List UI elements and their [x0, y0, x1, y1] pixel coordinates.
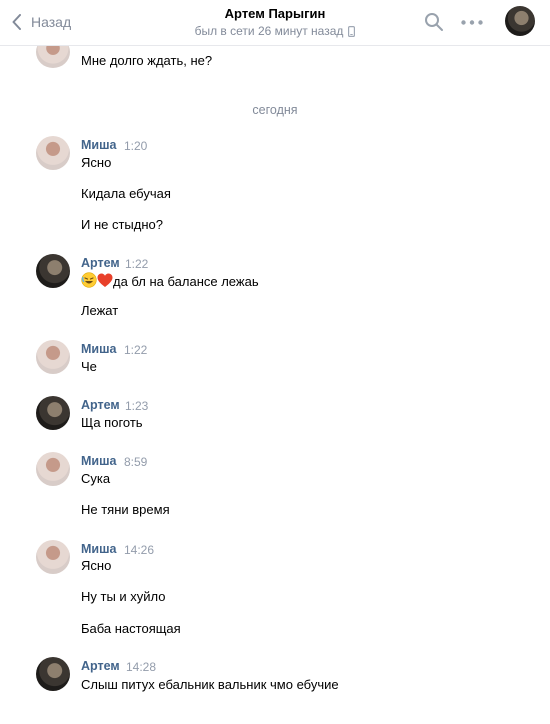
- message-time[interactable]: 14:28: [126, 660, 156, 674]
- message-text: Ща поготь: [81, 415, 143, 430]
- author-name[interactable]: Артем: [81, 398, 120, 412]
- message-text: Баба настоящая: [81, 621, 181, 636]
- message-text: Че: [81, 359, 97, 374]
- author-name[interactable]: Миша: [81, 454, 116, 468]
- rofl-emoji: [81, 272, 97, 288]
- avatar[interactable]: [36, 540, 70, 574]
- message-time[interactable]: 8:59: [124, 455, 147, 469]
- avatar[interactable]: [36, 340, 70, 374]
- avatar[interactable]: [36, 452, 70, 486]
- author-name[interactable]: Артем: [81, 256, 120, 270]
- search-icon[interactable]: [424, 12, 444, 32]
- author-name[interactable]: Артем: [81, 659, 120, 673]
- message-text: Ясно: [81, 155, 112, 170]
- last-seen-status: был в сети 26 минут назад: [195, 24, 356, 38]
- message-text: Слыш питух ебальник вальник чмо ебучие: [81, 677, 339, 692]
- message-time[interactable]: 14:26: [124, 543, 154, 557]
- message-text: Сука: [81, 471, 111, 486]
- message-text: Мне долго ждать, не?: [81, 53, 213, 68]
- author-name[interactable]: Миша: [81, 138, 116, 152]
- message-time[interactable]: 1:23: [125, 399, 148, 413]
- avatar[interactable]: [36, 254, 70, 288]
- message-text: Ну ты и хуйло: [81, 589, 166, 604]
- mobile-phone-icon: [348, 25, 356, 37]
- message-text: Не тяни время: [81, 502, 170, 517]
- message-time[interactable]: 1:20: [124, 139, 147, 153]
- message-text: Кидала ебучая: [81, 186, 171, 201]
- message-time[interactable]: 1:22: [124, 343, 147, 357]
- red-heart-emoji: [97, 273, 113, 287]
- chat-header: Назад Артем Парыгин был в сети 26 минут …: [0, 0, 550, 46]
- header-avatar[interactable]: [505, 6, 535, 36]
- avatar[interactable]: [36, 136, 70, 170]
- message-time[interactable]: 1:22: [125, 257, 148, 271]
- avatar[interactable]: [36, 657, 70, 691]
- last-seen-text: был в сети 26 минут назад: [194, 24, 344, 38]
- author-name[interactable]: Миша: [81, 542, 116, 556]
- message-text: И не стыдно?: [81, 217, 163, 232]
- more-dots-icon[interactable]: [461, 20, 483, 25]
- message-text: Ясно: [81, 558, 112, 573]
- avatar[interactable]: [36, 396, 70, 430]
- date-separator: сегодня: [252, 103, 298, 117]
- author-name[interactable]: Миша: [81, 342, 116, 356]
- message-with-emoji: да бл на балансе лежаь: [81, 272, 259, 289]
- message-text: да бл на балансе лежаь: [113, 274, 259, 289]
- chat-title[interactable]: Артем Парыгин: [0, 6, 550, 21]
- message-text: Лежат: [81, 303, 119, 318]
